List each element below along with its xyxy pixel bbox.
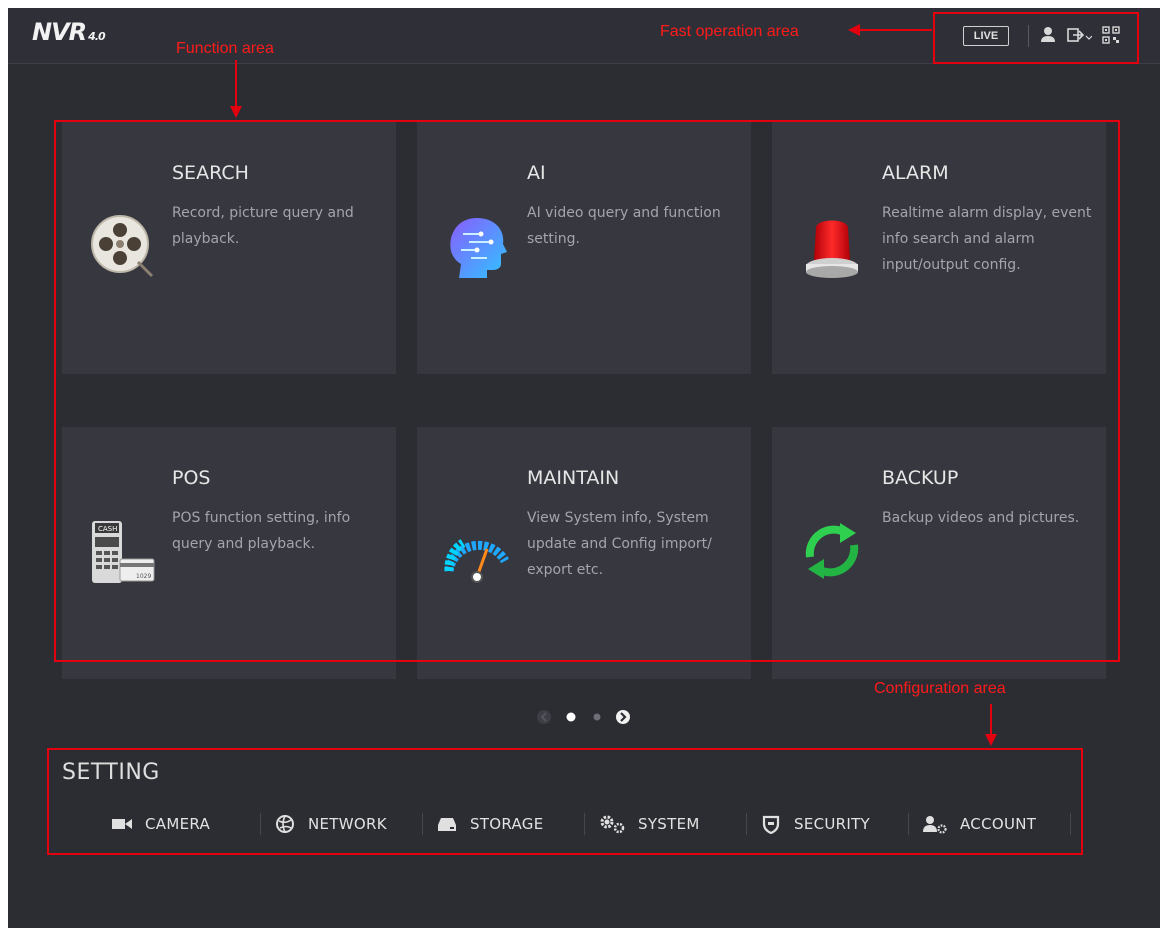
nvr-main-menu: NVR 4.0 LIVE SEARCH Record, picture quer… [8,8,1160,928]
annotation-arrows [230,24,997,746]
